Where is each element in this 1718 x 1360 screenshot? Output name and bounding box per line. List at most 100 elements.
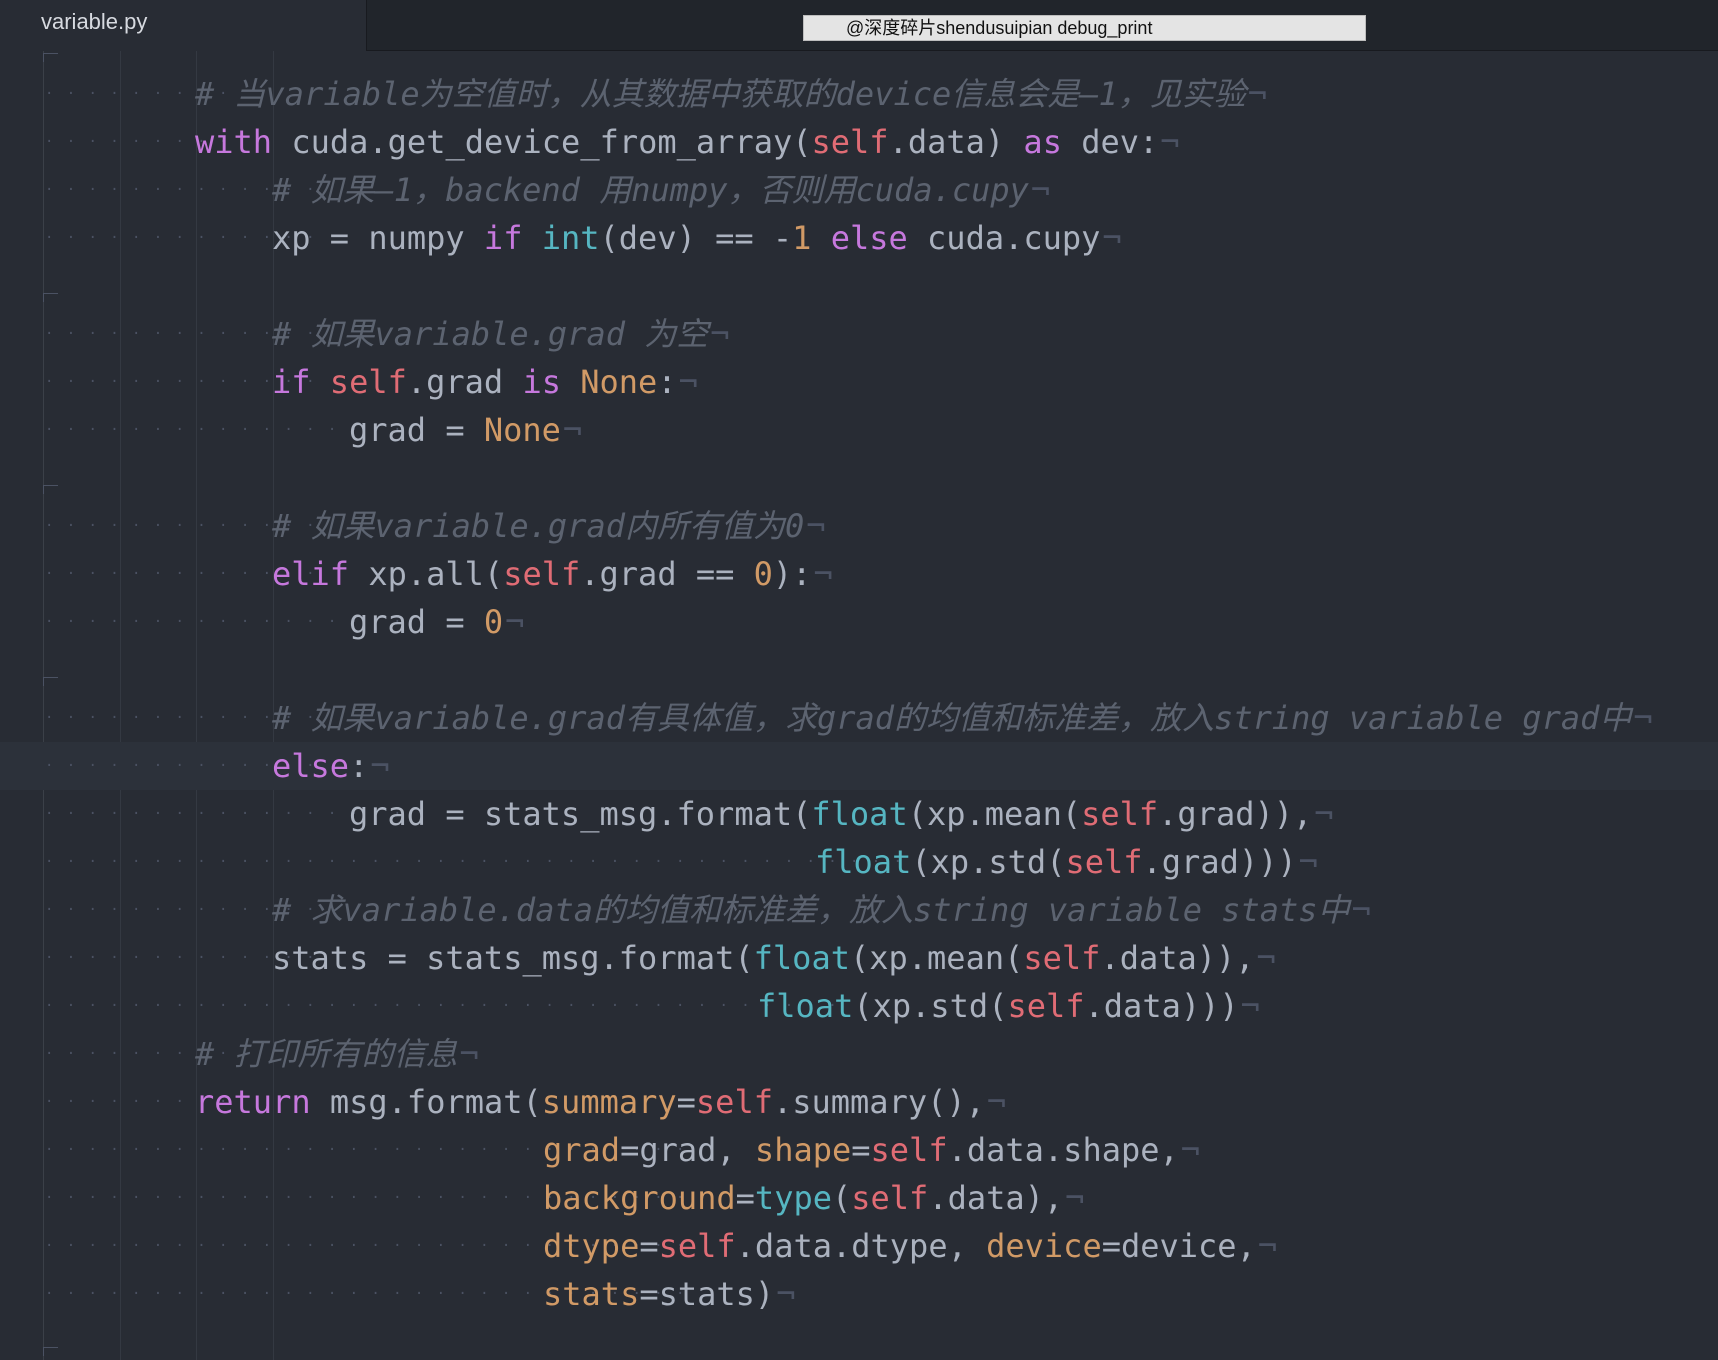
code-text: # 打印所有的信息¬ xyxy=(195,1030,479,1078)
code-line[interactable]: · · · · · · · · · · · · · elif xp.all(se… xyxy=(0,550,1718,598)
code-line[interactable]: · · · · · · · · · · · · · · · · · · · · … xyxy=(0,1222,1718,1270)
code-line[interactable]: · · · · · · · · · · · · · # 如果variable.g… xyxy=(0,502,1718,550)
code-token: ( xyxy=(831,1179,852,1217)
code-line[interactable]: · · · · · · · · · return msg.format(summ… xyxy=(0,1078,1718,1126)
code-token: 1 xyxy=(792,219,812,257)
code-token: : xyxy=(349,747,369,785)
code-token: is xyxy=(522,363,561,401)
code-token: type xyxy=(754,1179,832,1217)
code-line[interactable]: · · · · · · · · · · · · · xp = numpy if … xyxy=(0,214,1718,262)
code-text: elif xp.all(self.grad == 0):¬ xyxy=(272,550,833,598)
code-token: self xyxy=(1023,939,1101,977)
code-token: 0 xyxy=(483,603,504,641)
code-token: grad = xyxy=(349,411,484,449)
end-of-line-marker: ¬ xyxy=(678,363,698,401)
code-token: = xyxy=(735,1179,755,1217)
code-line[interactable]: · · · · · · · · · · · · · # 如果variable.g… xyxy=(0,310,1718,358)
code-token: dev: xyxy=(1061,123,1159,161)
whitespace-dots: · · · · · · · · · · · · · · · · · · · · … xyxy=(45,998,851,1014)
end-of-line-marker: ¬ xyxy=(806,507,826,545)
tab-variable-py[interactable]: variable.py xyxy=(0,0,367,51)
end-of-line-marker: ¬ xyxy=(813,555,833,593)
code-token: self xyxy=(329,363,407,401)
code-token: = xyxy=(851,1131,871,1169)
code-line[interactable]: · · · · · · · · · · · · · · · · · · · · … xyxy=(0,982,1718,1030)
end-of-line-marker: ¬ xyxy=(1633,699,1653,737)
end-of-line-marker: ¬ xyxy=(776,1275,796,1313)
end-of-line-marker: ¬ xyxy=(505,603,525,641)
code-text: # 如果–1，backend 用numpy，否则用cuda.cupy¬ xyxy=(272,166,1050,214)
code-line[interactable]: · · · · · · · · · with cuda.get_device_f… xyxy=(0,118,1718,166)
code-token: =device, xyxy=(1101,1227,1256,1265)
code-line[interactable] xyxy=(0,646,1718,694)
code-token: .data))) xyxy=(1084,987,1239,1025)
code-line[interactable]: · · · · · · · · · · · · · · · · · · · · … xyxy=(0,1174,1718,1222)
code-token: .summary(), xyxy=(772,1083,985,1121)
code-token: .grad)), xyxy=(1158,795,1313,833)
code-token: stats xyxy=(543,1275,640,1313)
code-token: # 如果variable.grad有具体值，求grad的均值和标准差，放入str… xyxy=(272,699,1632,737)
code-token: self xyxy=(1007,987,1085,1025)
code-line[interactable]: · · · · · · · · · · · · · # 求variable.da… xyxy=(0,886,1718,934)
code-token: # 如果–1，backend 用numpy，否则用cuda.cupy xyxy=(272,171,1029,209)
code-line[interactable] xyxy=(0,454,1718,502)
end-of-line-marker: ¬ xyxy=(986,1083,1007,1121)
end-of-line-marker: ¬ xyxy=(1240,987,1260,1025)
code-token: grad = stats_msg.format( xyxy=(349,795,812,833)
code-text: float(xp.std(self.data)))¬ xyxy=(757,982,1260,1030)
code-line[interactable]: · · · · · · · · · · · · · · · · · · · · … xyxy=(0,1126,1718,1174)
code-line[interactable]: · · · · · · · · · · · · · # 如果variable.g… xyxy=(0,694,1718,742)
code-text: if self.grad is None:¬ xyxy=(272,358,698,406)
code-token: = xyxy=(676,1083,696,1121)
code-token: self xyxy=(1065,843,1143,881)
code-line[interactable]: · · · · · · · · · # 当variable为空值时，从其数据中获… xyxy=(0,70,1718,118)
fold-marker-icon[interactable] xyxy=(43,1347,58,1356)
code-line[interactable]: · · · · · · · · · · · · · · · · · grad =… xyxy=(0,406,1718,454)
end-of-line-marker: ¬ xyxy=(459,1035,479,1073)
code-token: self xyxy=(811,123,889,161)
code-text: background=type(self.data),¬ xyxy=(543,1174,1084,1222)
code-line[interactable]: · · · · · · · · · · · · · · · · · · · · … xyxy=(0,838,1718,886)
code-line[interactable]: · · · · · · · · · · · · · stats = stats_… xyxy=(0,934,1718,982)
code-text: stats = stats_msg.format(float(xp.mean(s… xyxy=(272,934,1276,982)
code-text: # 求variable.data的均值和标准差，放入string variabl… xyxy=(272,886,1371,934)
code-text: xp = numpy if int(dev) == -1 else cuda.c… xyxy=(272,214,1122,262)
code-token: None xyxy=(580,363,658,401)
code-token: # 求variable.data的均值和标准差，放入string variabl… xyxy=(272,891,1350,929)
code-token: .data) xyxy=(888,123,1024,161)
code-token: float xyxy=(753,939,850,977)
code-token: =grad, xyxy=(620,1131,755,1169)
code-token: 0 xyxy=(753,555,773,593)
end-of-line-marker: ¬ xyxy=(1351,891,1371,929)
editor-window: variable.py @深度碎片shendusuipian debug_pri… xyxy=(0,0,1718,1360)
code-token: .grad == xyxy=(580,555,754,593)
code-text: # 如果variable.grad内所有值为0¬ xyxy=(272,502,826,550)
code-line[interactable] xyxy=(0,262,1718,310)
code-token: .data), xyxy=(928,1179,1064,1217)
end-of-line-marker: ¬ xyxy=(1102,219,1122,257)
code-token: # 打印所有的信息 xyxy=(195,1035,458,1073)
code-line[interactable]: · · · · · · · · · · · · · · · · · grad =… xyxy=(0,598,1718,646)
code-line[interactable]: · · · · · · · · · · · · · # 如果–1，backend… xyxy=(0,166,1718,214)
code-token: summary xyxy=(541,1083,677,1121)
code-line[interactable]: · · · · · · · · · # 打印所有的信息¬ xyxy=(0,1030,1718,1078)
end-of-line-marker: ¬ xyxy=(1065,1179,1085,1217)
code-editor[interactable]: · · · · · · · · · # 当variable为空值时，从其数据中获… xyxy=(0,51,1718,1360)
code-token: cuda.cupy xyxy=(907,219,1101,257)
code-line[interactable]: · · · · · · · · · · · · · · · · · grad =… xyxy=(0,790,1718,838)
code-line[interactable]: · · · · · · · · · · · · · if self.grad i… xyxy=(0,358,1718,406)
code-token: dtype xyxy=(543,1227,640,1265)
code-line[interactable]: · · · · · · · · · · · · · else:¬ xyxy=(0,742,1718,790)
code-token: (xp.mean( xyxy=(849,939,1024,977)
fold-marker-icon[interactable] xyxy=(43,53,58,62)
code-line[interactable]: · · · · · · · · · · · · · · · · · · · · … xyxy=(0,1270,1718,1318)
code-text: with cuda.get_device_from_array(self.dat… xyxy=(195,118,1180,166)
code-text: # 当variable为空值时，从其数据中获取的device信息会是–1，见实验… xyxy=(195,70,1267,118)
code-token: cuda.get_device_from_array( xyxy=(272,123,812,161)
end-of-line-marker: ¬ xyxy=(710,315,730,353)
end-of-line-marker: ¬ xyxy=(370,747,390,785)
code-token: if xyxy=(272,363,311,401)
